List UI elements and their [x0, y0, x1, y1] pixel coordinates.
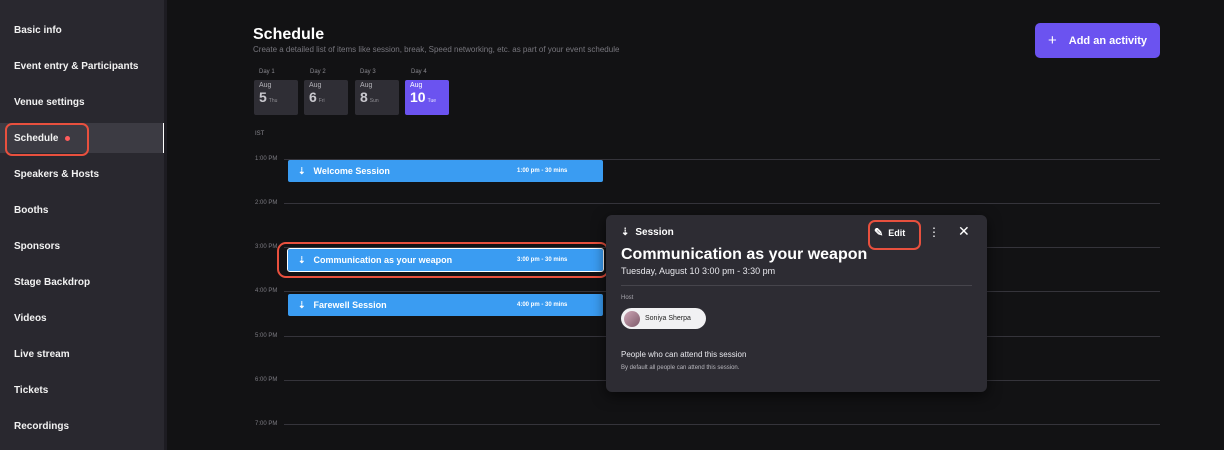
host-name: Soniya Sherpa	[645, 315, 691, 322]
day-month: Aug	[410, 82, 423, 89]
sidebar-scrollbar[interactable]	[164, 0, 167, 450]
sidebar-item-label: Venue settings	[14, 96, 85, 108]
add-activity-label: Add an activity	[1068, 34, 1148, 47]
day-label: Day 4	[411, 69, 427, 75]
time-label: 6:00 PM	[255, 377, 278, 383]
attendance-note: By default all people can attend this se…	[621, 365, 740, 371]
day-label: Day 3	[360, 69, 376, 75]
popup-type-label: Session	[635, 227, 674, 238]
sidebar-item-label: Speakers & Hosts	[14, 168, 100, 180]
sidebar-item-videos[interactable]: Videos	[0, 303, 163, 333]
event-time: 1:00 pm - 30 mins	[517, 168, 568, 174]
highlight-annotation	[5, 123, 89, 156]
page-subtitle: Create a detailed list of items like ses…	[253, 45, 620, 54]
session-icon: ⇣	[621, 227, 630, 238]
close-icon[interactable]: ✕	[958, 223, 970, 240]
day-card[interactable]: Aug 8 Sun	[355, 80, 399, 115]
event-time: 4:00 pm - 30 mins	[517, 302, 568, 308]
day-label: Day 2	[310, 69, 326, 75]
day-date: 5	[259, 89, 267, 105]
host-chip[interactable]: Soniya Sherpa	[621, 308, 706, 329]
grid-line	[284, 424, 1160, 425]
popup-type: ⇣ Session	[621, 227, 674, 238]
sidebar-item-live-stream[interactable]: Live stream	[0, 339, 163, 369]
sidebar-item-basic-info[interactable]: Basic info	[0, 15, 163, 45]
event-title: Farewell Session	[313, 300, 387, 310]
time-label: 7:00 PM	[255, 421, 278, 427]
day-month: Aug	[309, 82, 322, 89]
sidebar-item-booths[interactable]: Booths	[0, 195, 163, 225]
day-month: Aug	[259, 82, 272, 89]
session-icon: ⇣	[298, 165, 306, 176]
sidebar-item-label: Stage Backdrop	[14, 276, 91, 288]
time-label: 4:00 PM	[255, 288, 278, 294]
day-weekday: Sun	[369, 98, 379, 104]
day-card-selected[interactable]: Aug 10 Tue	[405, 80, 449, 115]
day-card[interactable]: Aug 5 Thu	[254, 80, 298, 115]
sidebar-item-recordings[interactable]: Recordings	[0, 411, 163, 441]
attendance-heading: People who can attend this session	[621, 350, 747, 359]
sidebar-item-speakers-hosts[interactable]: Speakers & Hosts	[0, 159, 163, 189]
session-icon: ⇣	[298, 299, 306, 310]
time-label: 2:00 PM	[255, 200, 278, 206]
popup-datetime: Tuesday, August 10 3:00 pm - 3:30 pm	[621, 266, 776, 276]
sidebar-item-label: Tickets	[14, 384, 49, 396]
day-date: 10	[410, 89, 426, 105]
sidebar-item-label: Live stream	[14, 348, 70, 360]
sidebar-item-tickets[interactable]: Tickets	[0, 375, 163, 405]
sidebar-item-event-entry[interactable]: Event entry & Participants	[0, 51, 163, 81]
divider	[621, 285, 972, 286]
day-date: 8	[360, 89, 368, 105]
sidebar-item-label: Basic info	[14, 24, 62, 36]
add-activity-button[interactable]: + Add an activity	[1035, 23, 1160, 58]
sidebar: Basic info Event entry & Participants Ve…	[0, 0, 167, 450]
highlight-annotation	[868, 220, 921, 250]
sidebar-item-stage-backdrop[interactable]: Stage Backdrop	[0, 267, 163, 297]
sidebar-item-venue-settings[interactable]: Venue settings	[0, 87, 163, 117]
sidebar-item-label: Videos	[14, 312, 47, 324]
sidebar-item-label: Sponsors	[14, 240, 61, 252]
page-title: Schedule	[253, 26, 325, 43]
time-label: 5:00 PM	[255, 333, 278, 339]
sidebar-item-label: Event entry & Participants	[14, 60, 139, 72]
day-month: Aug	[360, 82, 373, 89]
time-label: 3:00 PM	[255, 244, 278, 250]
day-weekday: Tue	[427, 98, 437, 104]
day-label: Day 1	[259, 69, 275, 75]
sidebar-item-label: Booths	[14, 204, 49, 216]
highlight-annotation	[277, 242, 609, 278]
popup-title: Communication as your weapon	[621, 246, 868, 263]
session-popup: ⇣ Session ✎ Edit ⋮ ✕ Communication as yo…	[606, 215, 987, 392]
day-date: 6	[309, 89, 317, 105]
more-vertical-icon[interactable]: ⋮	[928, 225, 940, 239]
event-title: Welcome Session	[313, 166, 390, 176]
day-card[interactable]: Aug 6 Fri	[304, 80, 348, 115]
grid-line	[284, 203, 1160, 204]
avatar	[624, 310, 640, 327]
day-weekday: Thu	[268, 98, 278, 104]
plus-icon: +	[1048, 32, 1057, 49]
host-label: Host	[621, 295, 634, 301]
event-farewell-session[interactable]: ⇣ Farewell Session 4:00 pm - 30 mins	[288, 294, 603, 316]
time-label: 1:00 PM	[255, 156, 278, 162]
sidebar-item-label: Recordings	[14, 420, 70, 432]
event-welcome-session[interactable]: ⇣ Welcome Session 1:00 pm - 30 mins	[288, 160, 603, 182]
sidebar-item-sponsors[interactable]: Sponsors	[0, 231, 163, 261]
day-weekday: Fri	[318, 98, 325, 104]
timezone-label: IST	[255, 131, 265, 137]
